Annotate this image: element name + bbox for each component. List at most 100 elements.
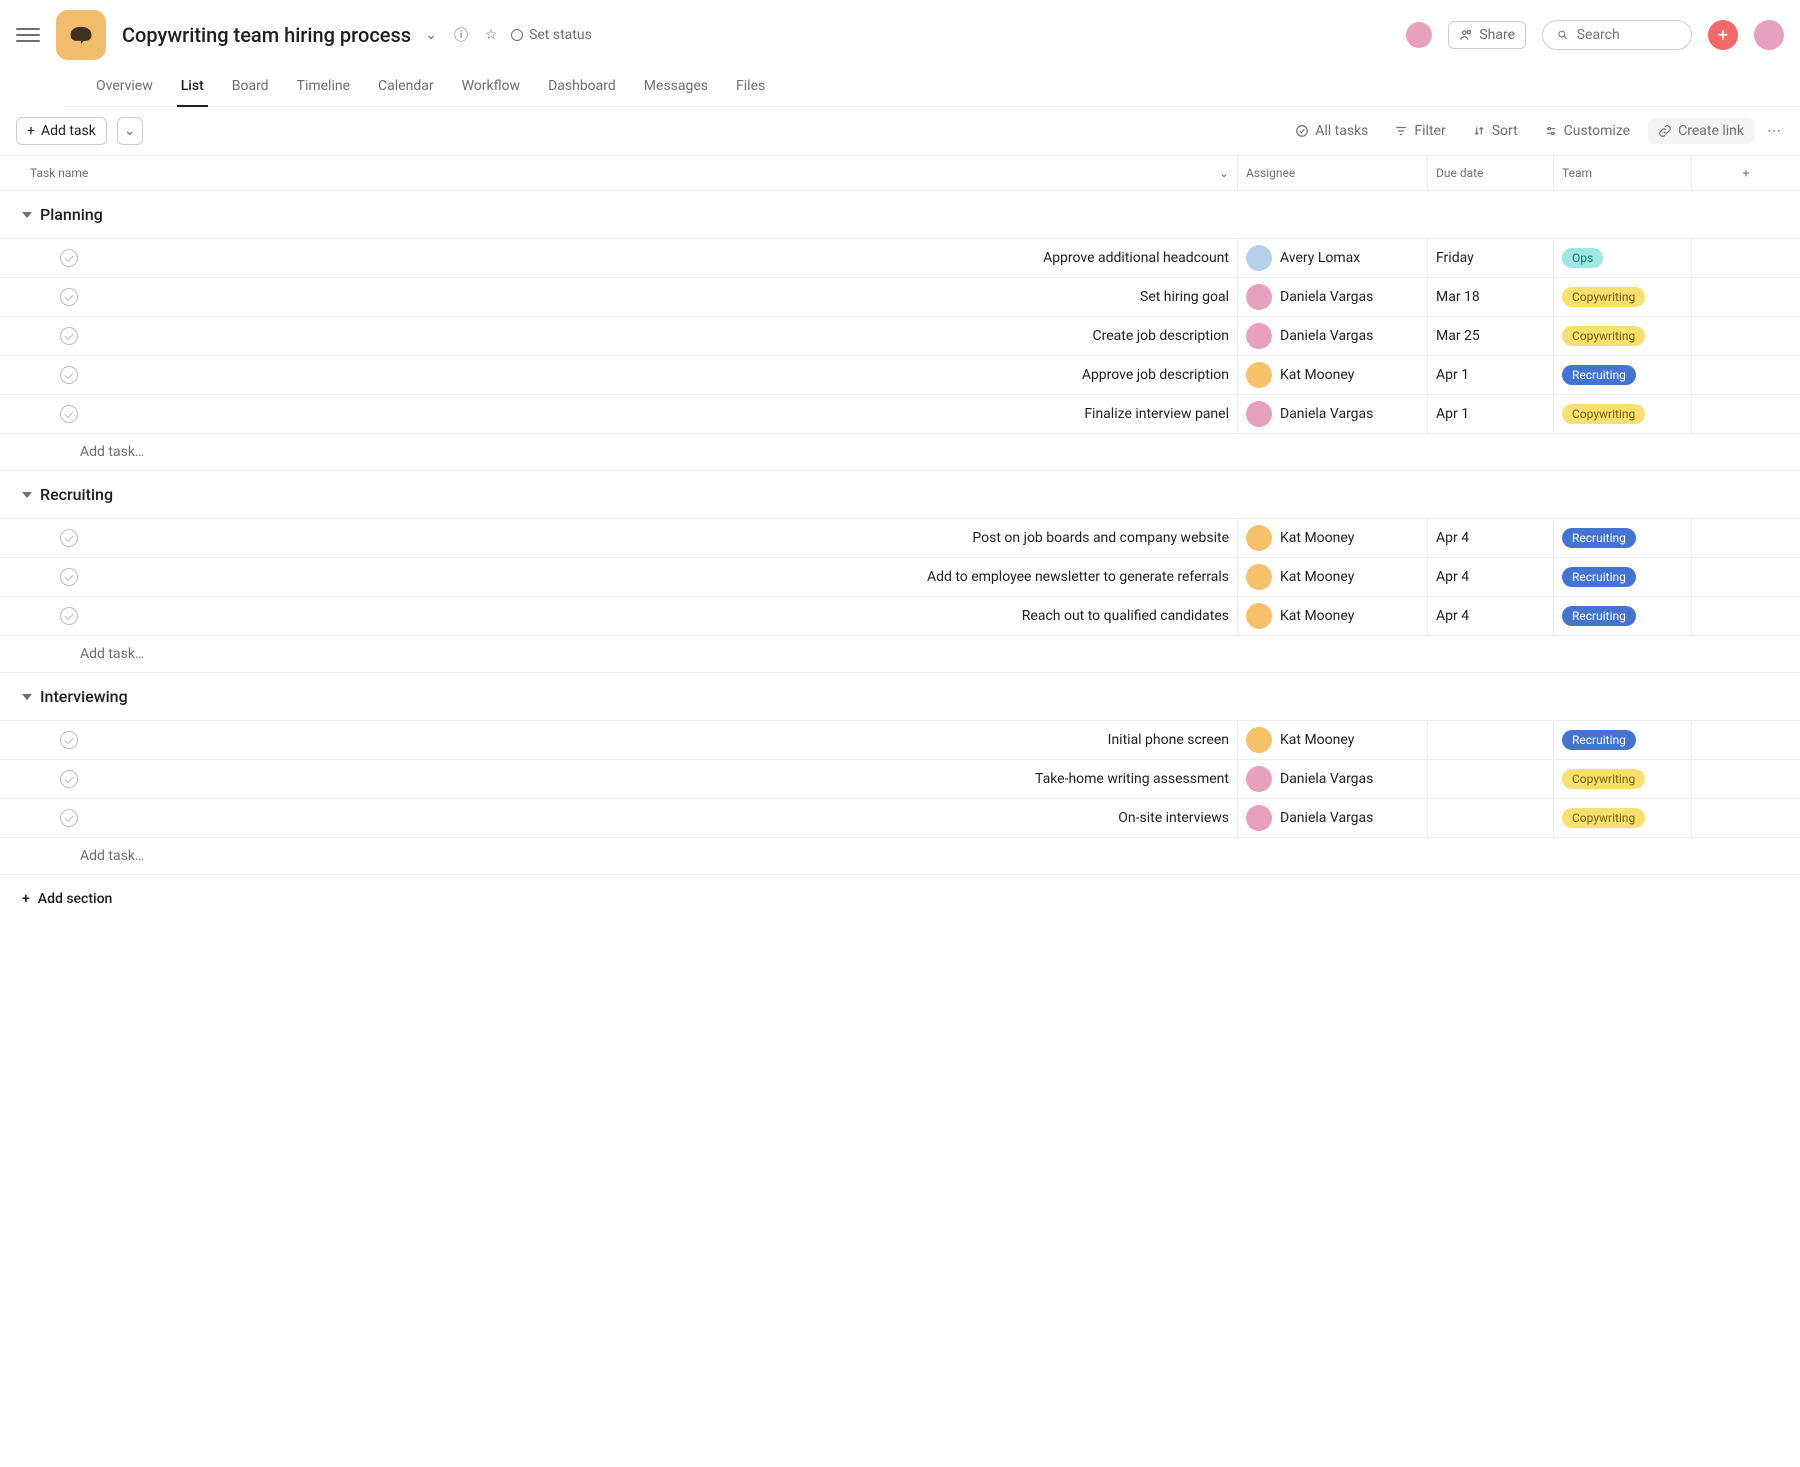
complete-checkbox[interactable] bbox=[60, 366, 78, 384]
assignee-cell[interactable]: Daniela Vargas bbox=[1238, 278, 1428, 316]
section-title[interactable]: Recruiting bbox=[40, 485, 113, 504]
add-task-row[interactable]: Add task… bbox=[0, 635, 1800, 673]
complete-checkbox[interactable] bbox=[60, 405, 78, 423]
task-row[interactable]: Finalize interview panelDaniela VargasAp… bbox=[0, 394, 1800, 433]
assignee-cell[interactable]: Daniela Vargas bbox=[1238, 760, 1428, 798]
tab-calendar[interactable]: Calendar bbox=[364, 70, 448, 106]
chevron-down-icon[interactable]: ⌄ bbox=[421, 25, 441, 45]
task-row[interactable]: Create job description Daniela VargasMar … bbox=[0, 316, 1800, 355]
tab-board[interactable]: Board bbox=[218, 70, 283, 106]
chevron-down-icon[interactable]: ⌄ bbox=[1219, 166, 1229, 180]
due-date-cell[interactable] bbox=[1428, 721, 1554, 759]
complete-checkbox[interactable] bbox=[60, 731, 78, 749]
search-input-wrapper[interactable] bbox=[1542, 20, 1692, 50]
menu-toggle-icon[interactable] bbox=[16, 23, 40, 47]
task-row[interactable]: Take-home writing assessment Daniela Varg… bbox=[0, 759, 1800, 798]
task-row[interactable]: Reach out to qualified candidates Kat Moo… bbox=[0, 596, 1800, 635]
team-cell[interactable]: Copywriting bbox=[1554, 395, 1692, 433]
add-column-button[interactable]: + bbox=[1692, 156, 1800, 190]
task-row[interactable]: Approve additional headcount Avery LomaxF… bbox=[0, 238, 1800, 277]
due-date-cell[interactable]: Apr 4 bbox=[1428, 519, 1554, 557]
task-row[interactable]: On-site interviews Daniela Vargas Copywrit… bbox=[0, 798, 1800, 837]
task-name[interactable]: Post on job boards and company website bbox=[972, 530, 1229, 546]
create-link-button[interactable]: Create link bbox=[1648, 118, 1754, 144]
task-name[interactable]: Reach out to qualified candidates bbox=[1022, 608, 1229, 624]
due-date-cell[interactable]: Apr 4 bbox=[1428, 597, 1554, 635]
team-cell[interactable]: Recruiting bbox=[1554, 597, 1692, 635]
tab-messages[interactable]: Messages bbox=[630, 70, 722, 106]
section-title[interactable]: Planning bbox=[40, 205, 103, 224]
task-name[interactable]: Approve additional headcount bbox=[1043, 250, 1229, 266]
add-task-button[interactable]: + Add task bbox=[16, 117, 107, 145]
assignee-cell[interactable]: Avery Lomax bbox=[1238, 239, 1428, 277]
assignee-cell[interactable]: Kat Mooney bbox=[1238, 356, 1428, 394]
complete-checkbox[interactable] bbox=[60, 770, 78, 788]
due-date-cell[interactable] bbox=[1428, 799, 1554, 837]
complete-checkbox[interactable] bbox=[60, 327, 78, 345]
team-cell[interactable]: Copywriting bbox=[1554, 799, 1692, 837]
task-name[interactable]: Set hiring goal bbox=[1140, 289, 1229, 305]
filter-button[interactable]: Filter bbox=[1386, 119, 1453, 143]
complete-checkbox[interactable] bbox=[60, 809, 78, 827]
assignee-cell[interactable]: Daniela Vargas bbox=[1238, 317, 1428, 355]
add-section-button[interactable]: + Add section bbox=[0, 875, 1800, 923]
set-status-button[interactable]: Set status bbox=[511, 27, 592, 43]
complete-checkbox[interactable] bbox=[60, 568, 78, 586]
search-input[interactable] bbox=[1577, 27, 1677, 43]
team-cell[interactable]: Recruiting bbox=[1554, 721, 1692, 759]
tab-timeline[interactable]: Timeline bbox=[283, 70, 364, 106]
share-button[interactable]: Share bbox=[1448, 21, 1526, 49]
project-title[interactable]: Copywriting team hiring process bbox=[122, 23, 411, 47]
col-task-name[interactable]: Task name ⌄ bbox=[22, 156, 1238, 190]
task-name[interactable]: On-site interviews bbox=[1118, 810, 1229, 826]
all-tasks-filter[interactable]: All tasks bbox=[1287, 119, 1376, 143]
star-icon[interactable]: ☆ bbox=[481, 25, 501, 45]
assignee-cell[interactable]: Kat Mooney bbox=[1238, 558, 1428, 596]
project-member-avatar[interactable] bbox=[1406, 22, 1432, 48]
task-name[interactable]: Add to employee newsletter to generate r… bbox=[927, 569, 1229, 585]
team-cell[interactable]: Recruiting bbox=[1554, 558, 1692, 596]
task-name[interactable]: Approve job description bbox=[1082, 367, 1229, 383]
assignee-cell[interactable]: Kat Mooney bbox=[1238, 597, 1428, 635]
assignee-cell[interactable]: Kat Mooney bbox=[1238, 519, 1428, 557]
task-row[interactable]: Approve job descriptionKat MooneyApr 1Re… bbox=[0, 355, 1800, 394]
user-avatar[interactable] bbox=[1754, 20, 1784, 50]
section-collapse-icon[interactable] bbox=[22, 694, 32, 700]
assignee-cell[interactable]: Kat Mooney bbox=[1238, 721, 1428, 759]
add-task-row[interactable]: Add task… bbox=[0, 433, 1800, 471]
due-date-cell[interactable]: Apr 4 bbox=[1428, 558, 1554, 596]
tab-files[interactable]: Files bbox=[722, 70, 779, 106]
complete-checkbox[interactable] bbox=[60, 529, 78, 547]
complete-checkbox[interactable] bbox=[60, 607, 78, 625]
task-row[interactable]: Post on job boards and company website Ka… bbox=[0, 518, 1800, 557]
team-cell[interactable]: Recruiting bbox=[1554, 519, 1692, 557]
complete-checkbox[interactable] bbox=[60, 288, 78, 306]
tab-dashboard[interactable]: Dashboard bbox=[534, 70, 630, 106]
tab-list[interactable]: List bbox=[167, 70, 218, 106]
task-name[interactable]: Take-home writing assessment bbox=[1035, 771, 1229, 787]
info-icon[interactable]: ⓘ bbox=[451, 25, 471, 45]
col-due-date[interactable]: Due date bbox=[1428, 156, 1554, 190]
due-date-cell[interactable]: Mar 25 bbox=[1428, 317, 1554, 355]
task-name[interactable]: Create job description bbox=[1093, 328, 1230, 344]
customize-button[interactable]: Customize bbox=[1536, 119, 1638, 143]
more-actions-icon[interactable]: ⋯ bbox=[1764, 121, 1784, 141]
add-task-dropdown[interactable]: ⌄ bbox=[117, 117, 143, 145]
assignee-cell[interactable]: Daniela Vargas bbox=[1238, 799, 1428, 837]
task-row[interactable]: Set hiring goal Daniela VargasMar 18Copyw… bbox=[0, 277, 1800, 316]
section-collapse-icon[interactable] bbox=[22, 212, 32, 218]
team-cell[interactable]: Copywriting bbox=[1554, 278, 1692, 316]
task-row[interactable]: Add to employee newsletter to generate r… bbox=[0, 557, 1800, 596]
tab-overview[interactable]: Overview bbox=[82, 70, 167, 106]
due-date-cell[interactable]: Mar 18 bbox=[1428, 278, 1554, 316]
due-date-cell[interactable]: Friday bbox=[1428, 239, 1554, 277]
col-assignee[interactable]: Assignee bbox=[1238, 156, 1428, 190]
team-cell[interactable]: Copywriting bbox=[1554, 317, 1692, 355]
global-add-button[interactable]: + bbox=[1708, 20, 1738, 50]
team-cell[interactable]: Recruiting bbox=[1554, 356, 1692, 394]
tab-workflow[interactable]: Workflow bbox=[448, 70, 535, 106]
task-row[interactable]: Initial phone screen Kat Mooney Recruiting bbox=[0, 720, 1800, 759]
sort-button[interactable]: Sort bbox=[1464, 119, 1526, 143]
task-name[interactable]: Initial phone screen bbox=[1108, 732, 1229, 748]
task-name[interactable]: Finalize interview panel bbox=[1084, 406, 1229, 422]
